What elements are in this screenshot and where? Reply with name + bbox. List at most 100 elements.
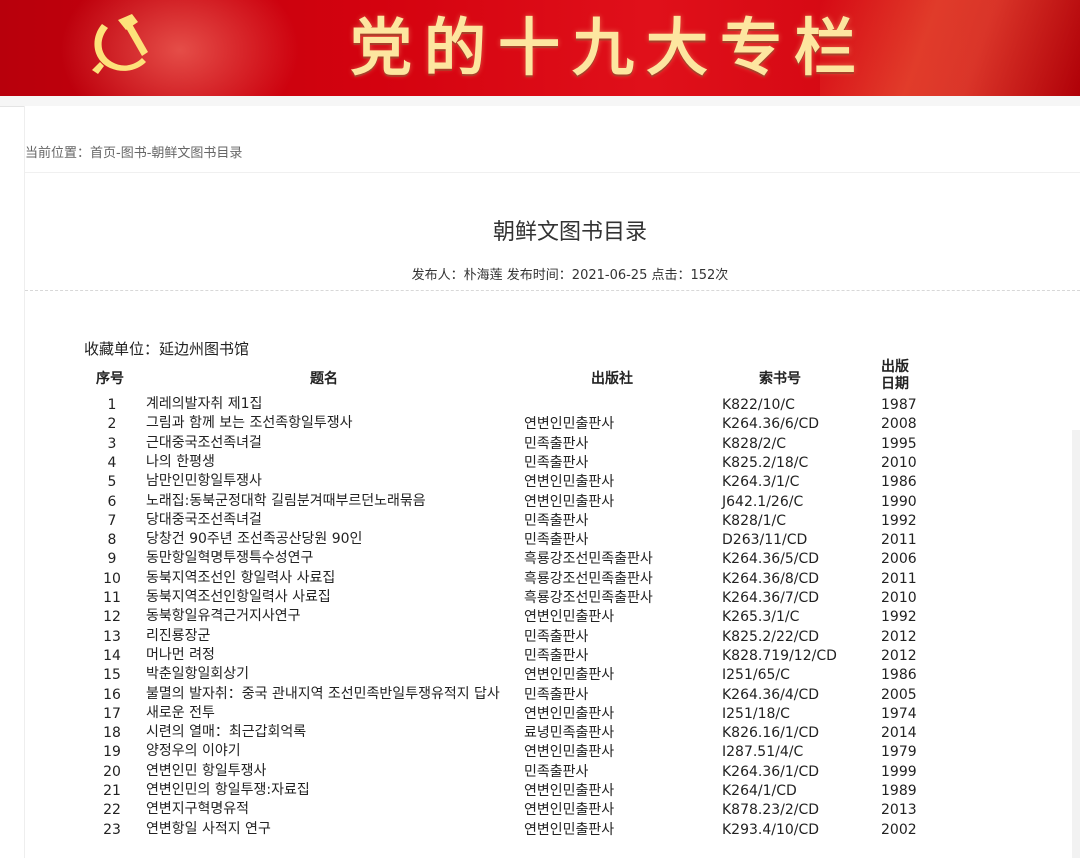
row-date: 2013 [881,802,917,819]
row-publisher: 연변인민출판사 [524,802,615,819]
row-publisher: 연변인민출판사 [524,609,615,626]
row-title: 동만항일혁명투쟁특수성연구 [146,550,314,567]
row-title: 그림과 함께 보는 조선족항일투쟁사 [146,415,353,432]
row-call-number: I251/18/C [722,705,790,722]
row-title: 머나먼 려정 [146,646,215,663]
row-call-number: K822/10/C [722,397,795,413]
table-row: 17 새로운 전투 연변인민출판사 I251/18/C 1974 [0,705,1080,724]
row-number: 10 [103,570,121,587]
row-number: 22 [103,802,121,819]
row-call-number: D263/11/CD [722,532,808,549]
row-number: 12 [103,609,121,626]
dashed-divider [25,290,1080,291]
row-title: 근대중국조선족녀걸 [146,434,262,451]
row-call-number: K264.36/4/CD [722,686,820,703]
row-date: 2002 [881,821,917,838]
row-date: 2010 [881,454,917,471]
row-publisher: 연변인민출판사 [524,744,615,761]
row-call-number: K825.2/18/C [722,454,809,471]
header-publisher: 出版社 [591,371,633,387]
row-publisher: 흑룡강조선민족출판사 [524,570,653,587]
row-date: 1995 [881,435,917,452]
header-date: 出版 日期 [881,359,909,393]
row-title: 새로운 전투 [146,704,215,721]
row-title: 당창건 90주년 조선족공산당원 90인 [146,531,363,548]
table-row: 4 나의 한평생 민족출판사 K825.2/18/C 2010 [0,454,1080,473]
row-date: 2005 [881,686,917,703]
row-number: 23 [103,821,121,838]
row-call-number: K828.719/12/CD [722,647,837,664]
row-title: 계레의발자취 제1집 [146,396,263,412]
table-row: 16 불멸의 발자취：중국 관내지역 조선민족반일투쟁유적지 답사 민족출판사 K26… [0,686,1080,705]
header-call-number: 索书号 [759,371,801,387]
row-title: 연변인민의 항일투쟁:자료집 [146,782,310,798]
table-row: 2 그림과 함께 보는 조선족항일투쟁사 연변인민출판사 K264.36/6/CD 20… [0,415,1080,434]
header-title: 题名 [310,371,338,387]
row-date: 2006 [881,551,917,568]
row-date: 2012 [881,647,917,664]
row-number: 6 [107,493,117,510]
row-date: 1999 [881,763,917,780]
table-row: 15 박춘일항일회상기 연변인민출판사 I251/65/C 1986 [0,666,1080,685]
header-num: 序号 [96,371,124,387]
table-row: 18 시련의 열매：최근갑회억록 료녕민족출판사 K826.16/1/CD 2014 [0,724,1080,743]
row-date: 2010 [881,590,917,606]
row-publisher: 민족출판사 [524,532,589,549]
table-row: 8 당창건 90주년 조선족공산당원 90인 민족출판사 D263/11/CD 2011 [0,531,1080,550]
row-publisher: 민족출판사 [524,647,589,664]
row-date: 1979 [881,744,917,761]
row-date: 2012 [881,628,917,645]
row-date: 1990 [881,493,917,510]
row-publisher: 민족출판사 [524,454,589,471]
row-number: 18 [103,725,121,742]
scrollbar[interactable] [1072,430,1080,858]
table-row: 22 연변지구혁명유적 연변인민출판사 K878.23/2/CD 2013 [0,801,1080,820]
row-call-number: K264.36/1/CD [722,763,820,780]
table-row: 7 당대중국조선족녀걸 민족출판사 K828/1/C 1992 [0,512,1080,531]
row-publisher: 료녕민족출판사 [524,725,615,742]
row-publisher: 연변인민출판사 [524,474,615,491]
row-call-number: K264.36/6/CD [722,416,820,433]
row-title: 동북항일유격근거지사연구 [146,608,301,625]
row-number: 11 [103,590,121,606]
row-call-number: K826.16/1/CD [722,725,820,742]
row-title: 연변인민 항일투쟁사 [146,762,267,779]
row-call-number: K264.36/5/CD [722,551,820,568]
breadcrumb[interactable]: 当前位置：首页-图书-朝鲜文图书目录 [25,142,242,161]
row-call-number: K825.2/22/CD [722,628,820,645]
row-call-number: K293.4/10/CD [722,821,820,838]
holding-institution: 收藏单位：延边州图书馆 [84,340,250,358]
table-row: 5 남만인민항일투쟁사 연변인민출판사 K264.3/1/C 1986 [0,473,1080,492]
row-number: 1 [107,397,117,413]
row-date: 1989 [881,783,917,799]
row-title: 양정우의 이야기 [146,743,241,760]
table-row: 6 노래집:동북군정대학 길림분겨때부르던노래묶음 연변인민출판사 J642.1/26… [0,493,1080,512]
row-date: 2014 [881,725,917,742]
row-number: 16 [103,686,121,703]
row-title: 남만인민항일투쟁사 [146,473,262,490]
row-call-number: K265.3/1/C [722,609,800,626]
row-publisher: 흑룡강조선민족출판사 [524,590,653,606]
row-call-number: K828/2/C [722,435,787,452]
row-title: 당대중국조선족녀걸 [146,511,262,528]
row-date: 1992 [881,512,917,529]
row-title: 연변항일 사적지 연구 [146,820,271,837]
row-number: 7 [107,512,117,529]
row-call-number: K264.36/8/CD [722,570,820,587]
row-call-number: K828/1/C [722,512,787,529]
table-row: 19 양정우의 이야기 연변인민출판사 I287.51/4/C 1979 [0,743,1080,762]
breadcrumb-divider [25,172,1080,173]
row-number: 9 [107,551,117,568]
row-publisher: 민족출판사 [524,763,589,780]
header-date-line1: 出版 [881,359,909,375]
row-publisher: 연변인민출판사 [524,416,615,433]
row-number: 3 [107,435,117,452]
table-row: 21 연변인민의 항일투쟁:자료집 연변인민출판사 K264/1/CD 1989 [0,782,1080,801]
row-date: 1992 [881,609,917,626]
row-call-number: J642.1/26/C [722,493,804,510]
row-number: 20 [103,763,121,780]
row-date: 1986 [881,474,917,491]
row-number: 14 [103,647,121,664]
row-number: 8 [107,532,117,549]
row-publisher: 민족출판사 [524,435,589,452]
